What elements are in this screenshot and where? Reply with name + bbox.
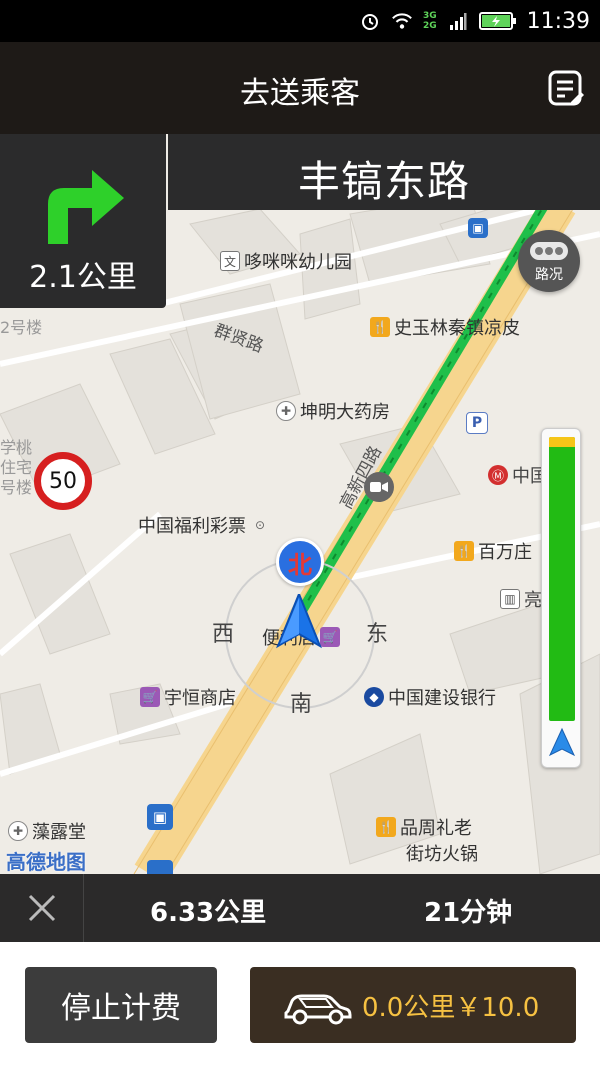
traffic-toggle-button[interactable]: 路况 [518, 230, 580, 292]
poi-label: 哆咪咪幼儿园 [244, 252, 352, 273]
poi-label: 中国福利彩票 [138, 516, 246, 537]
speed-camera-icon [364, 472, 394, 502]
vehicle-location-icon [275, 591, 323, 650]
remaining-distance: 6.33公里 [150, 898, 267, 928]
compass-north-text: 北 [288, 550, 312, 579]
signal-bars-icon [447, 10, 469, 32]
pharmacy-icon: ✚ [276, 401, 296, 421]
poi-partial: 号楼 [0, 474, 32, 498]
close-navigation-button[interactable] [0, 874, 84, 942]
remaining-time: 21分钟 [424, 898, 513, 928]
wifi-icon [391, 10, 413, 32]
parking-icon[interactable]: P [466, 412, 488, 434]
compass-east-label: 东 [366, 622, 389, 647]
battery-charging-icon [478, 10, 517, 32]
poi-label: 坤明大药房 [300, 402, 390, 423]
poi-label: 百万庄 [478, 542, 532, 563]
subway-icon: Ⓜ [488, 465, 508, 485]
poi-label: 街坊火锅 [406, 844, 478, 865]
compass-west-label: 西 [212, 622, 235, 647]
status-bar: 3G 2G 11:39 [0, 0, 600, 42]
stop-billing-button[interactable]: 停止计费 [25, 967, 217, 1043]
turn-right-arrow-icon [40, 164, 130, 244]
alarm-clock-icon [359, 10, 381, 32]
poi-restaurant[interactable]: 🍴 品周礼老 [376, 814, 472, 840]
turn-distance: 2.1公里 [29, 260, 137, 295]
poi-pharmacy[interactable]: ✚ 坤明大药房 [276, 398, 390, 424]
restaurant-icon: 🍴 [376, 817, 396, 837]
fare-button[interactable]: 0.0公里￥10.0 [250, 967, 576, 1043]
poi-label: 中国建设银行 [388, 688, 496, 709]
map-logo: 高德地图 [6, 850, 86, 874]
action-bar: 停止计费 0.0公里￥10.0 [0, 942, 600, 1067]
poi-bank[interactable]: ◆ 中国建设银行 [364, 684, 496, 710]
speed-limit-value: 50 [49, 468, 77, 494]
traffic-light-icon [530, 242, 568, 260]
shop-icon: 🛒 [140, 687, 160, 707]
stop-billing-label: 停止计费 [61, 991, 181, 1026]
bus-stop-icon [147, 860, 173, 874]
compass-north-label: 北 [276, 538, 324, 586]
bank-icon: ◆ [364, 687, 384, 707]
turn-instruction-panel: 2.1公里 [0, 134, 166, 308]
kindergarten-icon: 文 [220, 251, 240, 271]
poi-restaurant[interactable]: 🍴 史玉林秦镇凉皮 [370, 314, 520, 340]
progress-done [549, 437, 575, 447]
street-name: 丰镐东路 [297, 157, 470, 206]
traffic-label: 路况 [535, 267, 563, 283]
fare-label: 0.0公里￥10.0 [362, 992, 540, 1023]
clock-time: 11:39 [526, 8, 590, 34]
restaurant-icon: 🍴 [370, 317, 390, 337]
building-icon: ▥ [500, 589, 520, 609]
navigation-arrow-icon [548, 727, 576, 757]
trip-info-bar: 6.33公里 21分钟 [0, 874, 600, 942]
poi-label: 宇恒商店 [164, 688, 236, 709]
restaurant-icon: 🍴 [454, 541, 474, 561]
poi-partial: Ⓜ 中国 [488, 462, 548, 488]
note-list-icon[interactable] [546, 68, 586, 108]
poi-restaurant[interactable]: 🍴 百万庄 [454, 538, 532, 564]
route-progress-bar [541, 428, 581, 768]
car-icon [284, 994, 352, 1025]
shop-icon: 🛒 [320, 627, 340, 647]
close-icon [28, 894, 55, 922]
progress-track [549, 437, 575, 721]
poi-kindergarten[interactable]: 文 哆咪咪幼儿园 [220, 248, 352, 274]
poi-label: 亮 [524, 590, 542, 611]
bus-stop-icon[interactable]: ▣ [147, 804, 173, 830]
title-bar: 去送乘客 [0, 42, 600, 134]
poi-partial: 2号楼 [0, 314, 42, 338]
current-street-banner: 丰镐东路 [168, 134, 600, 210]
poi-label: 史玉林秦镇凉皮 [394, 318, 520, 339]
poi-label: 藻露堂 [32, 822, 86, 843]
poi-label-line2: 街坊火锅 [406, 840, 478, 866]
poi-shop[interactable]: 🛒 宇恒商店 [140, 684, 236, 710]
speed-limit-sign: 50 [34, 452, 92, 510]
poi-label: 号楼 [0, 478, 33, 497]
page-title: 去送乘客 [240, 76, 360, 111]
bus-stop-icon[interactable]: ▣ [468, 218, 488, 238]
poi-pharmacy[interactable]: ✚ 藻露堂 [8, 818, 86, 844]
network-2g-label: 2G [422, 21, 437, 31]
pharmacy-icon: ✚ [8, 821, 28, 841]
lottery-icon: ⊙ [254, 518, 266, 532]
network-3g-label: 3G [422, 11, 437, 21]
poi-label: 2号楼 [0, 318, 43, 337]
network-type: 3G 2G [423, 11, 437, 31]
poi-lottery[interactable]: 中国福利彩票 ⊙ [138, 512, 270, 538]
compass-south-label: 南 [290, 692, 313, 717]
poi-label: 品周礼老 [400, 818, 472, 839]
